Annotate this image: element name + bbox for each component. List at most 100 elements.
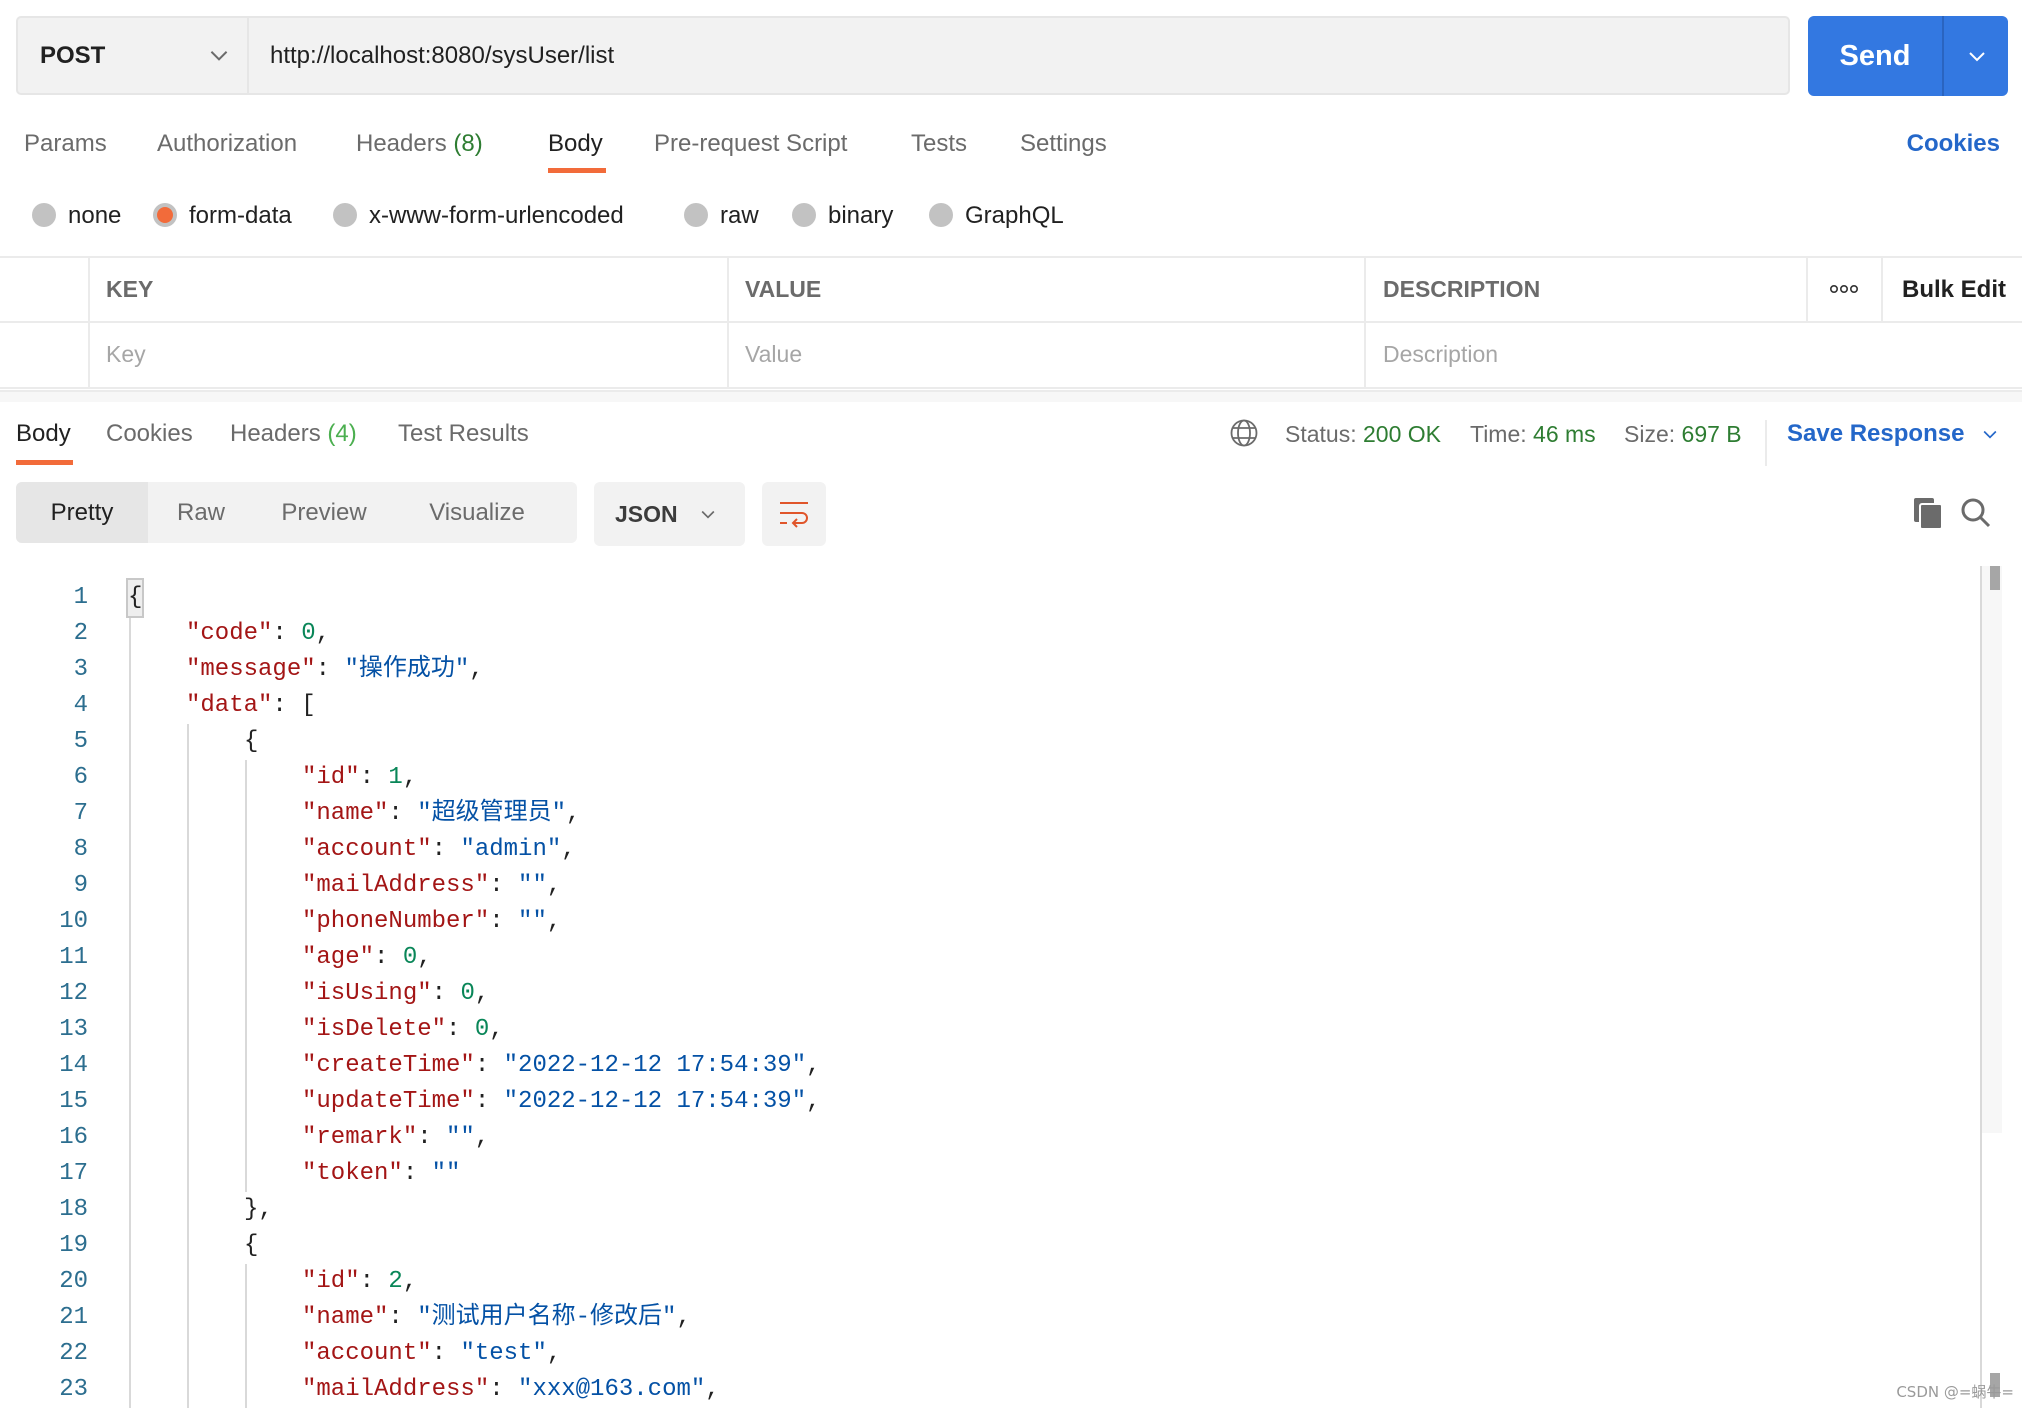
- pane-resize-divider[interactable]: [0, 390, 2022, 402]
- active-tab-indicator: [548, 168, 606, 173]
- code-line: "id": 1,: [302, 760, 417, 796]
- line-number: 3: [73, 656, 88, 683]
- json-punctuation: :: [359, 1268, 389, 1295]
- copy-icon[interactable]: [1912, 496, 1944, 530]
- json-key: "mailAddress": [302, 1376, 490, 1403]
- key-input[interactable]: Key: [106, 322, 146, 387]
- json-key: "remark": [302, 1124, 418, 1151]
- method-select[interactable]: POST: [40, 18, 105, 93]
- code-line: "phoneNumber": "",: [302, 904, 561, 940]
- code-line: "id": 2,: [302, 1264, 417, 1300]
- scrollbar-thumb[interactable]: [1990, 566, 2000, 590]
- format-label: JSON: [615, 501, 678, 527]
- code-line: "age": 0,: [302, 940, 432, 976]
- json-string: "": [518, 872, 547, 899]
- json-string: "2022-12-12 17:54:39": [503, 1052, 807, 1079]
- radio-dot[interactable]: [333, 202, 357, 227]
- json-key: "token": [302, 1160, 403, 1187]
- line-number: 6: [73, 764, 88, 791]
- view-mode-pretty[interactable]: Pretty: [16, 482, 148, 543]
- radio-dot[interactable]: [929, 202, 953, 227]
- view-mode-raw[interactable]: Raw: [148, 482, 254, 543]
- code-line: "mailAddress": "",: [302, 868, 561, 904]
- url-bar: POST http://localhost:8080/sysUser/list: [16, 16, 1790, 95]
- save-response-button[interactable]: Save Response: [1787, 416, 1964, 452]
- line-number: 13: [59, 1016, 88, 1043]
- scrollbar-track[interactable]: [1980, 566, 2002, 1133]
- radio-dot[interactable]: [684, 202, 708, 227]
- column-divider: [1806, 256, 1808, 322]
- wrap-lines-button[interactable]: [762, 482, 826, 546]
- tab-settings[interactable]: Settings: [1020, 126, 1107, 162]
- line-number: 5: [73, 728, 88, 755]
- code-line: "name": "超级管理员",: [302, 796, 580, 832]
- tab-pre-request-script[interactable]: Pre-request Script: [654, 126, 847, 162]
- tab-body[interactable]: Body: [548, 126, 603, 162]
- radio-dot[interactable]: [792, 202, 816, 227]
- json-punctuation: :: [402, 1160, 432, 1187]
- json-punctuation: ,: [417, 944, 432, 971]
- code-line: "account": "admin",: [302, 832, 576, 868]
- globe-icon[interactable]: [1229, 418, 1259, 448]
- response-tab-cookies[interactable]: Cookies: [106, 416, 193, 452]
- line-number: 19: [59, 1232, 88, 1259]
- response-tab-headers[interactable]: Headers (4): [230, 416, 357, 452]
- radio-binary[interactable]: binary: [792, 198, 893, 234]
- tab-authorization[interactable]: Authorization: [157, 126, 297, 162]
- value-input[interactable]: Value: [745, 322, 802, 387]
- url-input[interactable]: http://localhost:8080/sysUser/list: [270, 18, 614, 93]
- view-mode-preview[interactable]: Preview: [254, 482, 394, 543]
- line-number: 20: [59, 1268, 88, 1295]
- indent-guide: [245, 760, 247, 1192]
- view-mode-visualize[interactable]: Visualize: [394, 482, 560, 543]
- json-punctuation: :: [431, 1340, 461, 1367]
- line-number: 14: [59, 1052, 88, 1079]
- json-punctuation: :: [359, 764, 389, 791]
- view-mode-segmented-control: Pretty Raw Preview Visualize: [16, 482, 577, 543]
- tab-params[interactable]: Params: [24, 126, 107, 162]
- more-options-icon[interactable]: [1829, 283, 1859, 295]
- format-select[interactable]: JSON: [594, 482, 745, 546]
- radio-dot-selected[interactable]: [153, 202, 177, 227]
- radio-graphql[interactable]: GraphQL: [929, 198, 1064, 234]
- radio-x-www-form-urlencoded[interactable]: x-www-form-urlencoded: [333, 198, 624, 234]
- tab-tests[interactable]: Tests: [911, 126, 967, 162]
- divider: [1942, 16, 1944, 96]
- chevron-down-icon[interactable]: [1980, 424, 2000, 444]
- tab-headers[interactable]: Headers (8): [356, 126, 483, 162]
- json-string: "": [431, 1160, 461, 1187]
- json-key: "message": [186, 656, 316, 683]
- cookies-link[interactable]: Cookies: [1907, 126, 2000, 162]
- json-punctuation: ,: [546, 908, 562, 935]
- send-button[interactable]: Send: [1808, 16, 2008, 96]
- code-line: "isUsing": 0,: [302, 976, 489, 1012]
- response-tab-test-results[interactable]: Test Results: [398, 416, 529, 452]
- radio-raw[interactable]: raw: [684, 198, 759, 234]
- radio-label: none: [68, 202, 122, 229]
- bulk-edit-button[interactable]: Bulk Edit: [1902, 257, 2006, 322]
- code-line: "name": "测试用户名称-修改后",: [302, 1300, 691, 1336]
- radio-form-data[interactable]: form-data: [153, 198, 292, 234]
- radio-none[interactable]: none: [32, 198, 121, 234]
- json-key: "mailAddress": [302, 872, 490, 899]
- status-label: Status:: [1285, 421, 1357, 447]
- chevron-down-icon[interactable]: [206, 42, 232, 68]
- json-punctuation: :: [374, 944, 403, 971]
- description-input[interactable]: Description: [1383, 322, 1498, 387]
- active-tab-indicator: [16, 460, 73, 465]
- response-tab-body[interactable]: Body: [16, 416, 71, 452]
- radio-dot[interactable]: [32, 202, 56, 227]
- send-label[interactable]: Send: [1808, 16, 1942, 96]
- json-punctuation: : [: [272, 692, 316, 719]
- watermark: CSDN @=蜗牛=: [1896, 1383, 2014, 1401]
- json-punctuation: :: [474, 1088, 504, 1115]
- chevron-down-icon[interactable]: [1965, 44, 1989, 68]
- code-line: "data": [: [186, 688, 316, 724]
- json-key: "account": [302, 836, 432, 863]
- search-icon[interactable]: [1960, 496, 1992, 530]
- line-number: 1: [73, 584, 88, 611]
- json-string: "": [518, 908, 547, 935]
- json-punctuation: ,: [546, 872, 562, 899]
- response-body-code[interactable]: 1 {2 "code": 0, 3 "message": "操作成功", 4 "data":…: [0, 562, 1975, 1408]
- code-line: "remark": "",: [302, 1120, 489, 1156]
